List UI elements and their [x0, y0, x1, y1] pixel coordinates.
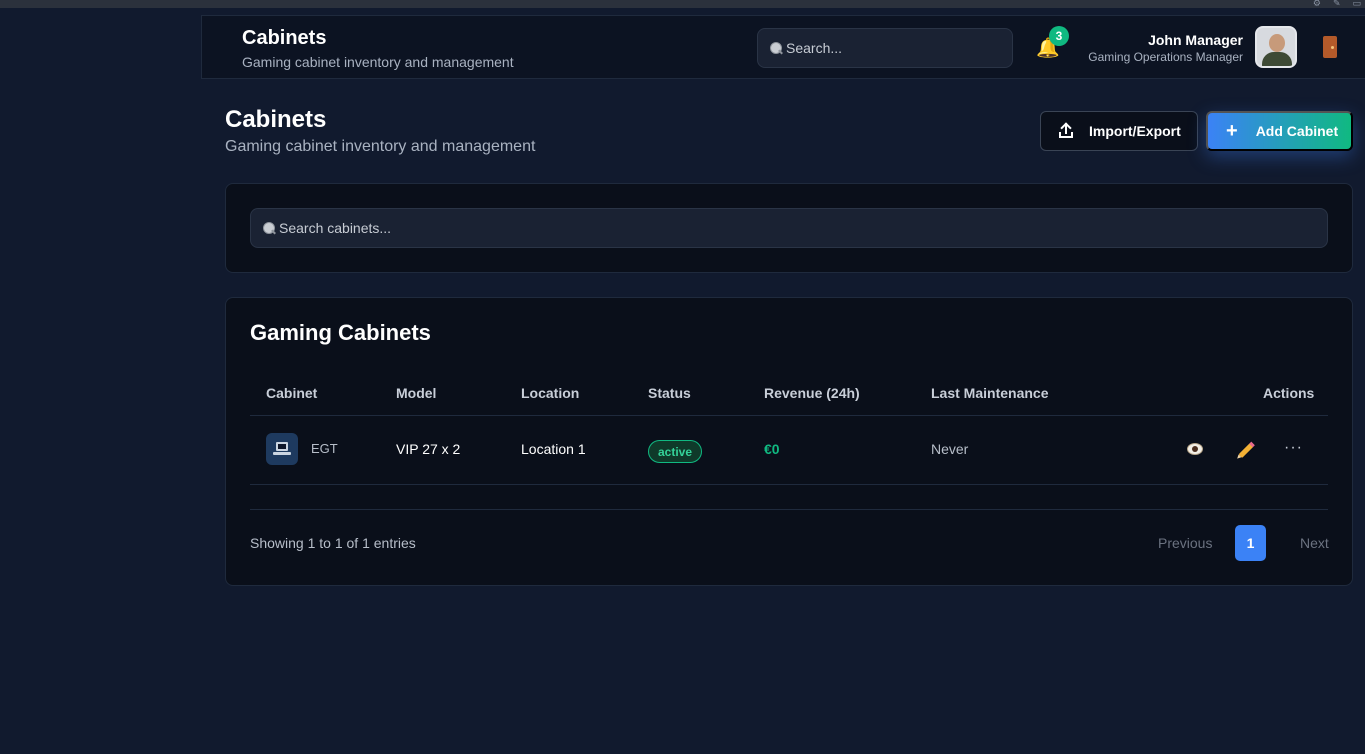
table-title: Gaming Cabinets [250, 320, 431, 345]
page-title: Cabinets [225, 106, 327, 133]
cabinet-model: VIP 27 x 2 [396, 441, 461, 457]
notification-count-badge: 3 [1049, 26, 1069, 46]
header-subtitle: Gaming cabinet inventory and management [242, 54, 514, 70]
cabinet-search[interactable] [250, 208, 1328, 248]
browser-toolbar-icons: ⚙ ✎ ▭ [1313, 0, 1361, 9]
browser-toolbar-strip: ⚙ ✎ ▭ [0, 0, 1365, 8]
pagination-summary: Showing 1 to 1 of 1 entries [250, 535, 416, 551]
pagination-page-1[interactable]: 1 [1235, 525, 1266, 561]
avatar-body-shape [1262, 52, 1292, 66]
header-divider [250, 415, 1328, 416]
column-header-cabinet[interactable]: Cabinet [266, 385, 317, 401]
view-eye-icon[interactable] [1187, 443, 1203, 455]
edit-pencil-icon[interactable] [1238, 443, 1254, 458]
pagination-previous[interactable]: Previous [1158, 535, 1212, 551]
global-search[interactable] [757, 28, 1013, 68]
window-icon[interactable]: ▭ [1352, 0, 1361, 9]
search-card [225, 183, 1353, 273]
more-actions-icon[interactable]: ··· [1284, 439, 1303, 457]
row-divider [250, 484, 1328, 485]
header-title: Cabinets [242, 27, 327, 49]
sidebar [0, 8, 201, 754]
cabinets-table-card: Gaming Cabinets Cabinet Model Location S… [225, 297, 1353, 586]
page-subtitle: Gaming cabinet inventory and management [225, 138, 536, 155]
column-header-model[interactable]: Model [396, 385, 436, 401]
cabinet-name: EGT [311, 441, 338, 456]
plus-icon: + [1226, 120, 1238, 142]
cabinet-revenue: €0 [764, 441, 780, 457]
cabinet-search-input[interactable] [275, 220, 1275, 236]
extension-icon[interactable]: ⚙ [1313, 0, 1321, 9]
status-badge: active [648, 440, 703, 463]
top-header: Cabinets Gaming cabinet inventory and ma… [201, 15, 1365, 79]
cabinet-last-maintenance: Never [931, 441, 969, 457]
import-export-label: Import/Export [1089, 123, 1181, 139]
cabinet-location: Location 1 [521, 441, 586, 457]
column-header-status[interactable]: Status [648, 385, 691, 401]
logout-door-icon[interactable] [1323, 36, 1337, 58]
laptop-icon [273, 442, 291, 456]
search-icon [770, 42, 782, 54]
column-header-last-maintenance[interactable]: Last Maintenance [931, 385, 1048, 401]
column-header-actions: Actions [1263, 385, 1315, 401]
add-cabinet-label: Add Cabinet [1255, 123, 1339, 139]
add-cabinet-button[interactable]: + Add Cabinet [1206, 111, 1353, 151]
pen-icon[interactable]: ✎ [1333, 0, 1341, 9]
cabinet-thumbnail [266, 433, 298, 465]
column-header-revenue[interactable]: Revenue (24h) [764, 385, 860, 401]
import-export-button[interactable]: Import/Export [1040, 111, 1198, 151]
column-header-location[interactable]: Location [521, 385, 579, 401]
global-search-input[interactable] [782, 40, 1002, 56]
user-name: John Manager [1148, 32, 1243, 48]
pagination-next[interactable]: Next [1300, 535, 1329, 551]
avatar[interactable] [1255, 26, 1297, 68]
upload-icon [1059, 124, 1073, 138]
footer-divider [250, 509, 1328, 510]
search-icon [263, 222, 275, 234]
avatar-head-shape [1269, 34, 1285, 52]
user-role: Gaming Operations Manager [1088, 50, 1243, 64]
